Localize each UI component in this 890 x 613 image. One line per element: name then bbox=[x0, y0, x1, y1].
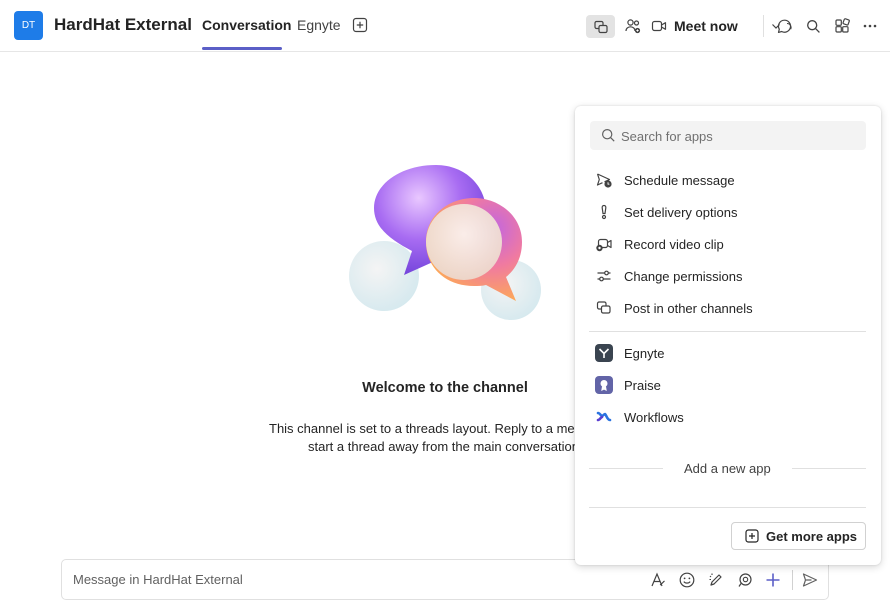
menu-item-label: Record video clip bbox=[624, 236, 724, 252]
header-divider bbox=[763, 15, 764, 37]
menu-divider bbox=[589, 331, 866, 332]
message-input[interactable]: Message in HardHat External bbox=[73, 572, 243, 587]
team-avatar[interactable]: DT bbox=[14, 11, 43, 40]
menu-item-post-in-other-channels[interactable]: Post in other channels bbox=[595, 298, 855, 318]
video-clip-icon bbox=[595, 235, 613, 253]
channel-header: DT HardHat External Conversation Egnyte … bbox=[0, 0, 890, 52]
praise-icon bbox=[595, 376, 613, 394]
compose-divider bbox=[792, 570, 793, 590]
priority-icon bbox=[595, 203, 613, 221]
egnyte-icon bbox=[595, 344, 613, 362]
more-icon bbox=[863, 24, 877, 28]
teams-channel-page: DT HardHat External Conversation Egnyte … bbox=[0, 0, 890, 613]
more-button[interactable] bbox=[861, 14, 879, 38]
add-square-icon bbox=[745, 529, 759, 543]
menu-item-label: Schedule message bbox=[624, 172, 735, 188]
meet-now-label: Meet now bbox=[674, 18, 738, 34]
menu-item-label: Post in other channels bbox=[624, 300, 753, 316]
get-more-apps-label: Get more apps bbox=[766, 528, 858, 544]
app-item-praise[interactable]: Praise bbox=[595, 375, 855, 395]
format-icon[interactable] bbox=[649, 571, 667, 589]
channel-title: HardHat External bbox=[54, 15, 192, 34]
menu-divider bbox=[589, 507, 866, 508]
section-divider bbox=[589, 468, 663, 469]
send-icon[interactable] bbox=[801, 571, 819, 589]
post-channels-icon bbox=[595, 299, 613, 317]
menu-item-record-video-clip[interactable]: Record video clip bbox=[595, 234, 855, 254]
tab-conversation[interactable]: Conversation bbox=[202, 17, 291, 33]
search-button[interactable] bbox=[805, 14, 821, 38]
schedule-send-icon bbox=[595, 171, 613, 189]
apps-flyout: Search for apps Schedule message Set del… bbox=[575, 106, 881, 565]
emoji-icon[interactable] bbox=[678, 571, 696, 589]
app-search-placeholder: Search for apps bbox=[621, 129, 713, 144]
welcome-description-line: start a thread away from the main conver… bbox=[308, 439, 579, 454]
tab-egnyte[interactable]: Egnyte bbox=[297, 17, 341, 33]
welcome-illustration-icon bbox=[349, 165, 541, 320]
add-new-app-label: Add a new app bbox=[684, 461, 771, 476]
loop-icon[interactable] bbox=[736, 571, 754, 589]
add-tab-icon[interactable] bbox=[352, 17, 368, 33]
apps-icon bbox=[593, 20, 608, 33]
menu-item-label: Set delivery options bbox=[624, 204, 738, 220]
menu-item-change-permissions[interactable]: Change permissions bbox=[595, 266, 855, 286]
app-item-workflows[interactable]: Workflows bbox=[595, 407, 855, 427]
active-tab-indicator bbox=[202, 47, 282, 50]
add-icon[interactable] bbox=[764, 571, 782, 589]
search-icon bbox=[601, 128, 615, 142]
app-search-input[interactable]: Search for apps bbox=[590, 121, 866, 150]
app-item-label: Workflows bbox=[624, 409, 684, 425]
workflows-icon bbox=[595, 408, 613, 426]
chat-button[interactable] bbox=[775, 14, 793, 38]
add-new-app-section: Add a new app bbox=[589, 458, 866, 478]
apps-button[interactable] bbox=[586, 15, 615, 38]
welcome-title: Welcome to the channel bbox=[362, 380, 528, 396]
menu-item-label: Change permissions bbox=[624, 268, 743, 284]
app-item-label: Egnyte bbox=[624, 345, 665, 361]
people-button[interactable] bbox=[623, 14, 643, 38]
search-icon bbox=[806, 19, 820, 33]
app-item-egnyte[interactable]: Egnyte bbox=[595, 343, 855, 363]
get-more-apps-button[interactable]: Get more apps bbox=[731, 522, 866, 550]
welcome-description-line: This channel is set to a threads layout.… bbox=[269, 421, 582, 436]
app-item-label: Praise bbox=[624, 377, 661, 393]
people-icon bbox=[625, 19, 641, 34]
extensions-button[interactable] bbox=[833, 14, 850, 38]
section-divider bbox=[792, 468, 866, 469]
compose-box[interactable]: Message in HardHat External bbox=[61, 559, 829, 600]
menu-item-schedule-message[interactable]: Schedule message bbox=[595, 170, 855, 190]
menu-item-set-delivery-options[interactable]: Set delivery options bbox=[595, 202, 855, 222]
video-icon bbox=[651, 20, 667, 32]
praise-pen-icon[interactable] bbox=[707, 571, 725, 589]
chat-icon bbox=[777, 19, 792, 33]
sliders-icon bbox=[595, 267, 613, 285]
extensions-icon bbox=[834, 18, 850, 33]
